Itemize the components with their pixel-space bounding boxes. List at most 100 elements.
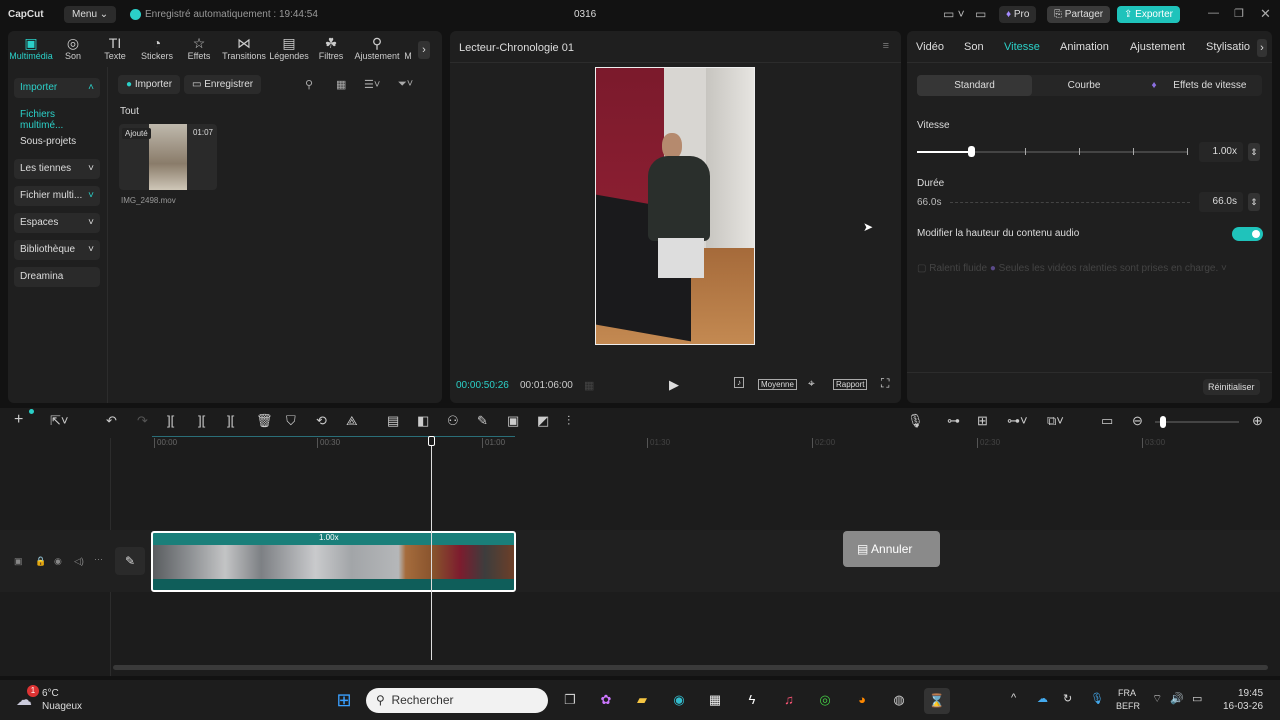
redo-icon[interactable]: ↷ bbox=[137, 413, 148, 429]
magnet-icon[interactable]: ⊞ bbox=[977, 413, 988, 429]
wifi-icon[interactable]: ⌔ bbox=[1152, 692, 1162, 706]
speed-slider-handle[interactable] bbox=[968, 146, 975, 157]
tab-son[interactable]: Son bbox=[964, 41, 1004, 53]
undo-icon[interactable]: ↶ bbox=[106, 413, 117, 429]
pitch-toggle[interactable] bbox=[1232, 227, 1263, 241]
select-tool-icon[interactable]: ⇱˅ bbox=[50, 413, 68, 429]
timecode-grid-icon[interactable]: ▦ bbox=[584, 379, 594, 392]
speed-curve-icon[interactable]: ⟁ bbox=[346, 413, 358, 429]
speed-slider[interactable] bbox=[917, 146, 1188, 157]
microphone-icon[interactable]: 🎙 bbox=[907, 413, 924, 429]
playhead-handle[interactable] bbox=[428, 436, 435, 446]
obs-icon[interactable]: ◍ bbox=[889, 690, 909, 710]
fullscreen-icon[interactable]: ⛶ bbox=[881, 376, 889, 391]
split-right-icon[interactable]: ][ bbox=[227, 413, 234, 428]
link-icon[interactable]: ⊶ bbox=[947, 413, 960, 429]
pro-button[interactable]: ♦ Pro bbox=[999, 6, 1037, 23]
smooth-slowmo-checkbox[interactable]: ▢ Ralenti fluide ● Seules les vidéos ral… bbox=[917, 263, 1227, 274]
tab-legendes[interactable]: ▤ Légendes bbox=[268, 35, 310, 63]
zoom-fit-icon[interactable]: ⌖ bbox=[808, 376, 815, 391]
horizontal-scrollbar[interactable] bbox=[113, 665, 1268, 670]
playhead[interactable] bbox=[431, 437, 432, 660]
tab-texte[interactable]: TI Texte bbox=[94, 35, 136, 63]
task-view-icon[interactable]: ❐ bbox=[560, 690, 580, 710]
tab-video[interactable]: Vidéo bbox=[916, 41, 964, 53]
subtab-courbe[interactable]: Courbe bbox=[1032, 75, 1136, 96]
sidebar-item-les-tiennes[interactable]: Les tiennes ˅ bbox=[14, 159, 100, 179]
share-button[interactable]: ⎘ Partager bbox=[1047, 6, 1111, 23]
tiktok-icon[interactable]: ♪ bbox=[734, 377, 744, 388]
grid-view-icon[interactable]: ▦ bbox=[336, 78, 346, 91]
copilot-icon[interactable]: ✿ bbox=[596, 690, 616, 710]
remove-bg-icon[interactable]: ▤ bbox=[387, 413, 399, 429]
subtab-effets[interactable]: ♦ Effets de vitesse bbox=[1136, 75, 1262, 96]
zoom-out-icon[interactable]: ⊖ bbox=[1132, 413, 1143, 429]
zoom-slider[interactable] bbox=[1155, 416, 1239, 428]
tab-stylisation[interactable]: Stylisatio bbox=[1206, 41, 1252, 53]
audio-split-icon[interactable]: ◧ bbox=[417, 413, 429, 429]
menu-icon[interactable]: ≡ bbox=[883, 40, 889, 52]
chrome-icon[interactable]: ◎ bbox=[815, 690, 835, 710]
undo-toast[interactable]: ▤ Annuler bbox=[843, 531, 940, 567]
tab-stickers[interactable]: ◔ Stickers bbox=[136, 35, 178, 63]
capcut-taskbar-icon[interactable]: ⌛ bbox=[924, 688, 950, 714]
speed-input[interactable]: 1.00x bbox=[1199, 142, 1243, 162]
clock-time[interactable]: 19:45 bbox=[1238, 688, 1263, 699]
speed-stepper-icon[interactable]: ⇕ bbox=[1248, 143, 1260, 161]
firefox-icon[interactable]: ◕ bbox=[852, 690, 872, 710]
caption-icon[interactable]: ▭ bbox=[1101, 413, 1113, 429]
quality-button[interactable]: Moyenne bbox=[758, 379, 797, 390]
tab-effets[interactable]: ☆ Effets bbox=[178, 35, 220, 63]
zoom-slider-handle[interactable] bbox=[1160, 416, 1166, 428]
chevron-right-icon[interactable]: › bbox=[1257, 39, 1267, 57]
chevron-right-icon[interactable]: › bbox=[418, 41, 430, 59]
ratio-button[interactable]: Rapport bbox=[833, 379, 868, 390]
layout-icon[interactable]: ▭ ˅ bbox=[943, 7, 965, 21]
tray-chevron-icon[interactable]: ^ bbox=[1011, 692, 1016, 704]
video-preview[interactable] bbox=[595, 67, 755, 345]
tab-son[interactable]: ◎ Son bbox=[52, 35, 94, 63]
ai-video-icon[interactable]: ◩ bbox=[537, 413, 549, 429]
more-icon[interactable]: ··· bbox=[94, 554, 103, 564]
sync-icon[interactable]: ↻ bbox=[1063, 692, 1072, 705]
store-icon[interactable]: ▦ bbox=[705, 690, 725, 710]
minimize-icon[interactable]: — bbox=[1208, 7, 1219, 19]
audio-wave-icon[interactable]: ⫶ bbox=[567, 413, 570, 429]
tab-ajustement[interactable]: Ajustement bbox=[1130, 41, 1206, 53]
split-left-icon[interactable]: ][ bbox=[198, 413, 205, 428]
onedrive-icon[interactable]: ☁ bbox=[1037, 692, 1048, 705]
subtab-standard[interactable]: Standard bbox=[917, 75, 1032, 96]
crop-icon[interactable]: ⟲ bbox=[316, 413, 327, 429]
audio-icon[interactable]: ◁) bbox=[74, 556, 84, 567]
person-icon[interactable]: ⚇ bbox=[447, 413, 459, 429]
shortcut-icon[interactable]: ▭ bbox=[975, 7, 986, 21]
sidebar-item-fichier-multi[interactable]: Fichier multi... ˅ bbox=[14, 186, 100, 206]
taskbar-search[interactable]: ⚲ Rechercher bbox=[366, 688, 548, 713]
media-clip[interactable]: Ajouté 01:07 bbox=[119, 124, 217, 190]
record-button[interactable]: ▭ Enregistrer bbox=[184, 75, 262, 94]
sidebar-item-bibliotheque[interactable]: Bibliothèque ˅ bbox=[14, 240, 100, 260]
edit-cover-icon[interactable]: ✎ bbox=[115, 547, 145, 575]
snap-icon[interactable]: ⊶˅ bbox=[1007, 413, 1028, 429]
marker-icon[interactable]: ⛉ bbox=[286, 413, 296, 429]
menu-button[interactable]: Menu ⌄ bbox=[64, 6, 117, 23]
add-track-icon[interactable]: + bbox=[14, 411, 23, 429]
close-icon[interactable]: ✕ bbox=[1260, 6, 1271, 22]
sidebar-item-sous-projets[interactable]: Sous-projets bbox=[14, 132, 100, 152]
app-icon[interactable]: ϟ bbox=[742, 690, 762, 710]
tab-animation[interactable]: Animation bbox=[1060, 41, 1130, 53]
zoom-in-icon[interactable]: ⊕ bbox=[1252, 413, 1263, 429]
import-button[interactable]: ● Importer bbox=[118, 75, 181, 94]
reset-button[interactable]: Réinitialiser bbox=[1203, 379, 1260, 395]
search-icon[interactable]: ⚲ bbox=[305, 78, 313, 91]
tab-vitesse[interactable]: Vitesse bbox=[1004, 41, 1060, 53]
tab-more[interactable]: M bbox=[402, 35, 414, 63]
delete-icon[interactable]: 🗑 bbox=[256, 413, 273, 429]
lock-icon[interactable]: 🔒 bbox=[35, 556, 46, 567]
clock-date[interactable]: 16-03-26 bbox=[1223, 701, 1263, 712]
sidebar-item-dreamina[interactable]: Dreamina bbox=[14, 267, 100, 287]
mic-tray-icon[interactable]: 🎙 bbox=[1090, 692, 1104, 705]
track-cover-icon[interactable]: ▣ bbox=[14, 556, 23, 567]
tab-transitions[interactable]: ⋈ Transitions bbox=[220, 35, 268, 63]
volume-icon[interactable]: 🔊 bbox=[1170, 692, 1184, 705]
